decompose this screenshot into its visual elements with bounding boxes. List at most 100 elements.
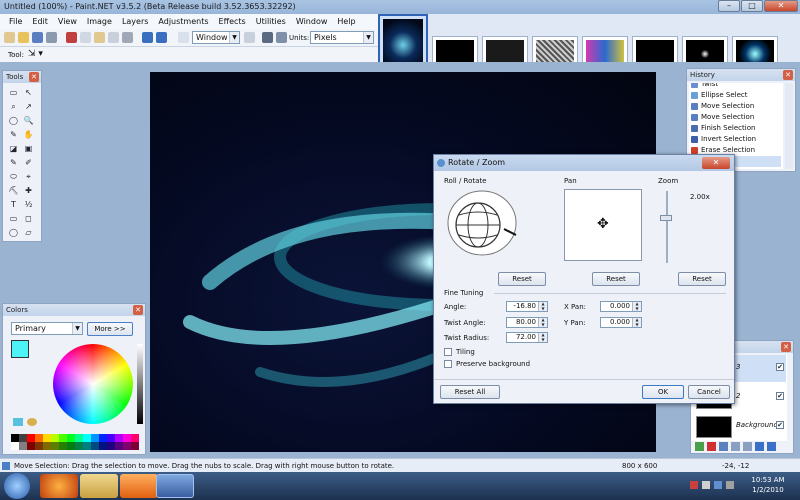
chevron-down-icon[interactable]: ▼ <box>229 32 239 43</box>
palette-swatch[interactable] <box>123 434 131 442</box>
ok-button[interactable]: OK <box>642 385 684 399</box>
palette-swatch[interactable] <box>19 442 27 450</box>
grid-icon[interactable] <box>262 32 273 43</box>
copy-icon[interactable] <box>80 32 91 43</box>
clock-date[interactable]: 1/2/2010 <box>748 486 788 494</box>
menu-effects[interactable]: Effects <box>214 14 251 29</box>
tool-icon[interactable]: ◯ <box>8 227 19 238</box>
angle-input[interactable]: -16.80 ▲ ▼ <box>506 301 548 312</box>
layer-visibility-checkbox[interactable]: ✔ <box>776 392 784 400</box>
firefox-taskbar-icon[interactable] <box>40 474 78 498</box>
reset-pan-button[interactable]: Reset <box>592 272 640 286</box>
explorer-taskbar-icon[interactable] <box>80 474 118 498</box>
palette-swatch[interactable] <box>43 434 51 442</box>
tool-icon[interactable]: ⬭ <box>8 171 19 182</box>
palette-swatch[interactable] <box>43 442 51 450</box>
redo-icon[interactable] <box>156 32 167 43</box>
menu-view[interactable]: View <box>53 14 82 29</box>
tool-icon[interactable]: ✐ <box>23 157 34 168</box>
tool-icon[interactable]: 🔍 <box>23 115 34 126</box>
deselect-icon[interactable] <box>122 32 133 43</box>
menu-utilities[interactable]: Utilities <box>251 14 291 29</box>
palette-swatch[interactable] <box>123 442 131 450</box>
palette-swatch[interactable] <box>35 434 43 442</box>
zoom-in-icon[interactable] <box>244 32 255 43</box>
layer-properties-icon[interactable] <box>743 442 752 451</box>
zoom-combo[interactable]: Window ▼ <box>192 31 240 44</box>
palette-swatch[interactable] <box>83 434 91 442</box>
twist-angle-input[interactable]: 80.00 ▲ ▼ <box>506 317 548 328</box>
palette-swatch[interactable] <box>11 442 19 450</box>
tool-icon[interactable]: ✋ <box>23 129 34 140</box>
zoom-slider-thumb[interactable] <box>660 215 672 221</box>
tool-icon[interactable]: ⌖ <box>23 171 34 182</box>
cancel-button[interactable]: Cancel <box>688 385 730 399</box>
paste-icon[interactable] <box>94 32 105 43</box>
tool-icon[interactable]: ▭ <box>8 213 19 224</box>
twist-radius-input[interactable]: 72.00 ▲ ▼ <box>506 332 548 343</box>
move-layer-up-icon[interactable] <box>755 442 764 451</box>
palette-swatch[interactable] <box>115 434 123 442</box>
palette-swatch[interactable] <box>51 442 59 450</box>
palette-swatch[interactable] <box>131 442 139 450</box>
history-item[interactable]: Twist <box>691 83 718 90</box>
clock-time[interactable]: 10:53 AM <box>748 476 788 484</box>
merge-layer-icon[interactable] <box>731 442 740 451</box>
tool-icon[interactable]: ◻ <box>23 213 34 224</box>
palette-swatch[interactable] <box>11 434 19 442</box>
dialog-close-button[interactable]: ✕ <box>702 157 730 169</box>
tool-icon[interactable]: ▱ <box>23 227 34 238</box>
x-pan-input[interactable]: 0.000 ▲ ▼ <box>600 301 642 312</box>
history-scrollbar[interactable] <box>785 83 793 169</box>
add-layer-icon[interactable] <box>695 442 704 451</box>
tool-icon[interactable]: ◪ <box>8 143 19 154</box>
palette-icon[interactable] <box>13 418 23 426</box>
tray-icon[interactable] <box>702 481 710 489</box>
primary-color-swatch[interactable] <box>11 340 29 358</box>
value-slider[interactable] <box>137 344 143 424</box>
units-combo[interactable]: Pixels ▼ <box>310 31 374 44</box>
reset-all-button[interactable]: Reset All <box>440 385 500 399</box>
new-image-icon[interactable] <box>4 32 15 43</box>
palette-swatch[interactable] <box>27 434 35 442</box>
palette-swatch[interactable] <box>75 442 83 450</box>
palette-swatch[interactable] <box>67 442 75 450</box>
close-icon[interactable]: ✕ <box>781 342 791 352</box>
color-wheel[interactable] <box>53 344 133 424</box>
palette-swatch[interactable] <box>59 442 67 450</box>
palette-swatch[interactable] <box>115 442 123 450</box>
palette-swatch[interactable] <box>59 434 67 442</box>
open-icon[interactable] <box>18 32 29 43</box>
layer-row[interactable]: Background ✔ <box>694 413 786 440</box>
preserve-background-checkbox[interactable] <box>444 360 452 368</box>
move-layer-down-icon[interactable] <box>767 442 776 451</box>
crop-icon[interactable] <box>108 32 119 43</box>
tool-icon[interactable]: ▭ <box>8 87 19 98</box>
tool-icon[interactable]: ½ <box>23 199 34 210</box>
tool-icon[interactable]: ↗ <box>23 101 34 112</box>
history-item[interactable]: Finish Selection <box>691 123 755 134</box>
palette-swatch[interactable] <box>131 434 139 442</box>
history-item[interactable]: Ellipse Select <box>691 90 747 101</box>
palette-swatch[interactable] <box>99 442 107 450</box>
palette-swatch[interactable] <box>99 434 107 442</box>
palette-swatch[interactable] <box>27 442 35 450</box>
save-icon[interactable] <box>32 32 43 43</box>
tool-icon[interactable]: ✚ <box>23 185 34 196</box>
ruler-icon[interactable] <box>276 32 287 43</box>
delete-layer-icon[interactable] <box>707 442 716 451</box>
palette-swatch[interactable] <box>19 434 27 442</box>
maximize-button[interactable]: □ <box>741 0 763 12</box>
paintnet-taskbar-icon[interactable] <box>156 474 194 498</box>
network-icon[interactable] <box>714 481 722 489</box>
palette-menu-icon[interactable] <box>27 418 37 426</box>
more-colors-button[interactable]: More >> <box>87 322 133 336</box>
color-mode-combo[interactable]: Primary ▼ <box>11 322 83 335</box>
tool-icon[interactable]: ▣ <box>23 143 34 154</box>
layer-visibility-checkbox[interactable]: ✔ <box>776 363 784 371</box>
menu-file[interactable]: File <box>4 14 27 29</box>
menu-window[interactable]: Window <box>291 14 333 29</box>
tool-icon[interactable]: ⛏ <box>8 185 19 196</box>
close-icon[interactable]: ✕ <box>29 72 39 82</box>
palette-swatch[interactable] <box>35 442 43 450</box>
